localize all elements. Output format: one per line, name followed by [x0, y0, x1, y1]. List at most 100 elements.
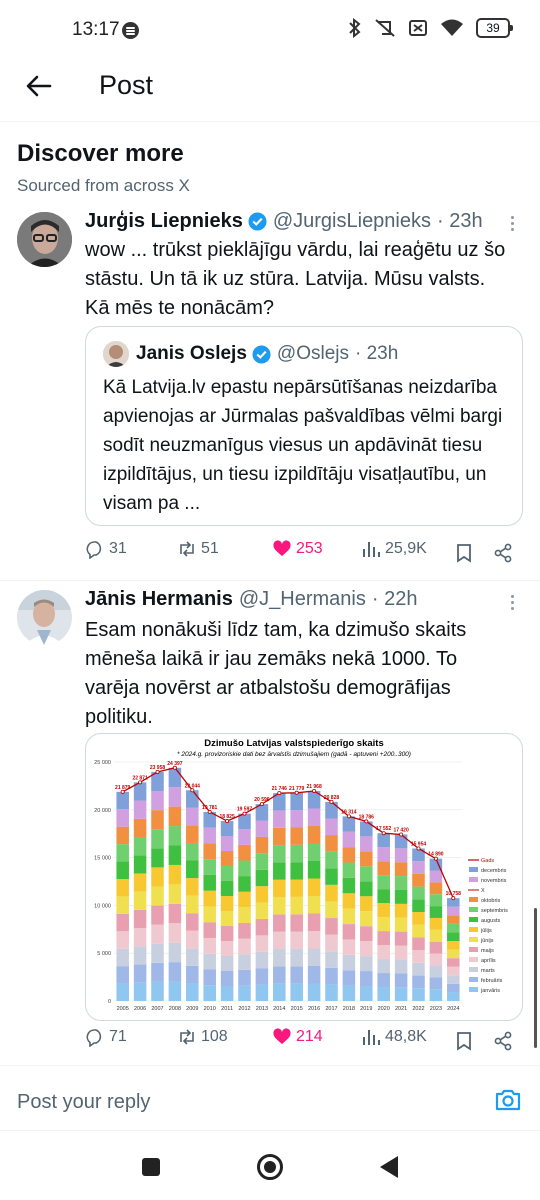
page-title: Post — [99, 70, 154, 100]
share-icon[interactable] — [493, 543, 513, 563]
scrollbar[interactable] — [534, 908, 537, 1048]
bar-segment — [255, 836, 269, 854]
bar-segment — [273, 966, 286, 984]
bookmark-icon[interactable] — [455, 1031, 473, 1051]
bar-segment — [116, 896, 129, 914]
reply-count: 71 — [109, 1028, 127, 1045]
views-button[interactable]: 25,9K — [361, 539, 427, 559]
share-icon[interactable] — [493, 1031, 513, 1051]
legend-swatch — [469, 957, 478, 962]
repost-count: 108 — [201, 1028, 228, 1045]
bar-segment — [377, 861, 390, 876]
views-button[interactable]: 48,8K — [361, 1027, 427, 1047]
reply-button[interactable]: 71 — [85, 1027, 127, 1047]
y-tick-label: 5 000 — [97, 951, 111, 957]
attached-chart-image[interactable]: Dzimušo Latvijas valstspiederīgo skaits … — [85, 733, 523, 1021]
bar-segment — [325, 884, 338, 902]
reply-count: 31 — [109, 540, 127, 557]
bar-segment — [151, 867, 164, 887]
author-handle[interactable]: @JurgisLiepnieks — [273, 210, 431, 233]
post-actions: 71 108 214 48,8K — [85, 1027, 525, 1057]
bar-segment — [116, 878, 129, 897]
bar-segment — [290, 862, 303, 880]
bar-segment — [394, 848, 408, 863]
bar-segment — [394, 876, 408, 890]
author-name[interactable]: Jānis Hermanis — [85, 588, 233, 611]
x-tick-label: 2007 — [151, 1006, 163, 1012]
more-options-icon[interactable] — [502, 592, 522, 616]
like-button[interactable]: 253 — [272, 539, 323, 559]
author-handle[interactable]: @J_Hermanis — [239, 588, 366, 611]
like-button[interactable]: 214 — [272, 1027, 323, 1047]
more-options-icon[interactable] — [502, 213, 522, 237]
bar-segment — [168, 981, 182, 1001]
bar-segment — [290, 983, 303, 1001]
total-point — [364, 819, 369, 824]
bar-segment — [377, 847, 390, 862]
bar-segment — [220, 896, 234, 912]
wifi-icon — [441, 19, 463, 36]
bar-segment — [429, 917, 443, 930]
reply-icon — [86, 1029, 102, 1047]
bar-segment — [447, 932, 460, 942]
avatar[interactable] — [17, 590, 72, 645]
bar-segment — [203, 922, 216, 938]
bar-segment — [325, 934, 338, 952]
bookmark-icon[interactable] — [455, 543, 473, 563]
total-point — [207, 809, 212, 814]
legend-label: janvāris — [480, 988, 500, 994]
bar-segment — [325, 851, 338, 869]
bar-segment — [116, 913, 129, 932]
x-tick-label: 2014 — [273, 1006, 285, 1012]
repost-icon — [180, 1029, 194, 1045]
total-point — [381, 831, 386, 836]
bar-segment — [273, 983, 286, 1001]
total-point — [172, 765, 177, 770]
bar-segment — [168, 826, 182, 846]
bar-segment — [151, 962, 164, 982]
camera-icon[interactable] — [494, 1088, 522, 1112]
quote-time: · 23h — [354, 343, 399, 364]
home-button[interactable] — [257, 1154, 283, 1180]
bar-segment — [429, 977, 443, 990]
bar-segment — [186, 948, 199, 966]
total-point — [312, 788, 317, 793]
bar-segment — [133, 891, 147, 910]
vibrate-off-icon — [375, 19, 395, 37]
back-arrow-icon[interactable] — [24, 71, 54, 101]
bar-segment — [168, 787, 182, 807]
bar-segment — [290, 844, 303, 863]
total-point — [190, 788, 195, 793]
quoted-post[interactable]: Janis Oslejs @Oslejs · 23h Kā Latvija.lv… — [85, 326, 523, 526]
avatar[interactable] — [17, 212, 72, 267]
bar-segment — [203, 859, 216, 875]
bar-segment — [186, 842, 199, 861]
bar-segment — [360, 986, 373, 1001]
bar-segment — [377, 945, 390, 960]
legend-swatch — [469, 927, 478, 932]
reply-input[interactable]: Post your reply — [17, 1091, 150, 1114]
bar-segment — [307, 878, 321, 896]
repost-button[interactable]: 108 — [177, 1027, 228, 1047]
back-button[interactable] — [380, 1156, 398, 1178]
recents-button[interactable] — [142, 1158, 160, 1176]
post-text: wow ... trūkst pieklājīgu vārdu, lai rea… — [85, 239, 506, 319]
bar-segment — [307, 825, 321, 844]
bar-segment — [255, 886, 269, 903]
bar-segment — [133, 982, 147, 1001]
x-tick-label: 2006 — [134, 1006, 146, 1012]
bar-segment — [360, 896, 373, 912]
bar-segment — [360, 941, 373, 957]
post-text: Esam nonākuši līdz tam, ka dzimušo skait… — [85, 619, 467, 728]
bar-segment — [203, 969, 216, 986]
reply-button[interactable]: 31 — [85, 539, 127, 559]
x-tick-label: 2012 — [238, 1006, 250, 1012]
bar-segment — [133, 909, 147, 929]
author-name[interactable]: Jurģis Liepnieks — [85, 210, 243, 233]
bar-segment — [377, 889, 390, 904]
views-icon — [363, 1030, 380, 1045]
status-bar: 13:17 39 — [0, 0, 540, 60]
bar-segment — [203, 906, 216, 923]
bar-segment — [255, 935, 269, 952]
repost-button[interactable]: 51 — [177, 539, 219, 559]
